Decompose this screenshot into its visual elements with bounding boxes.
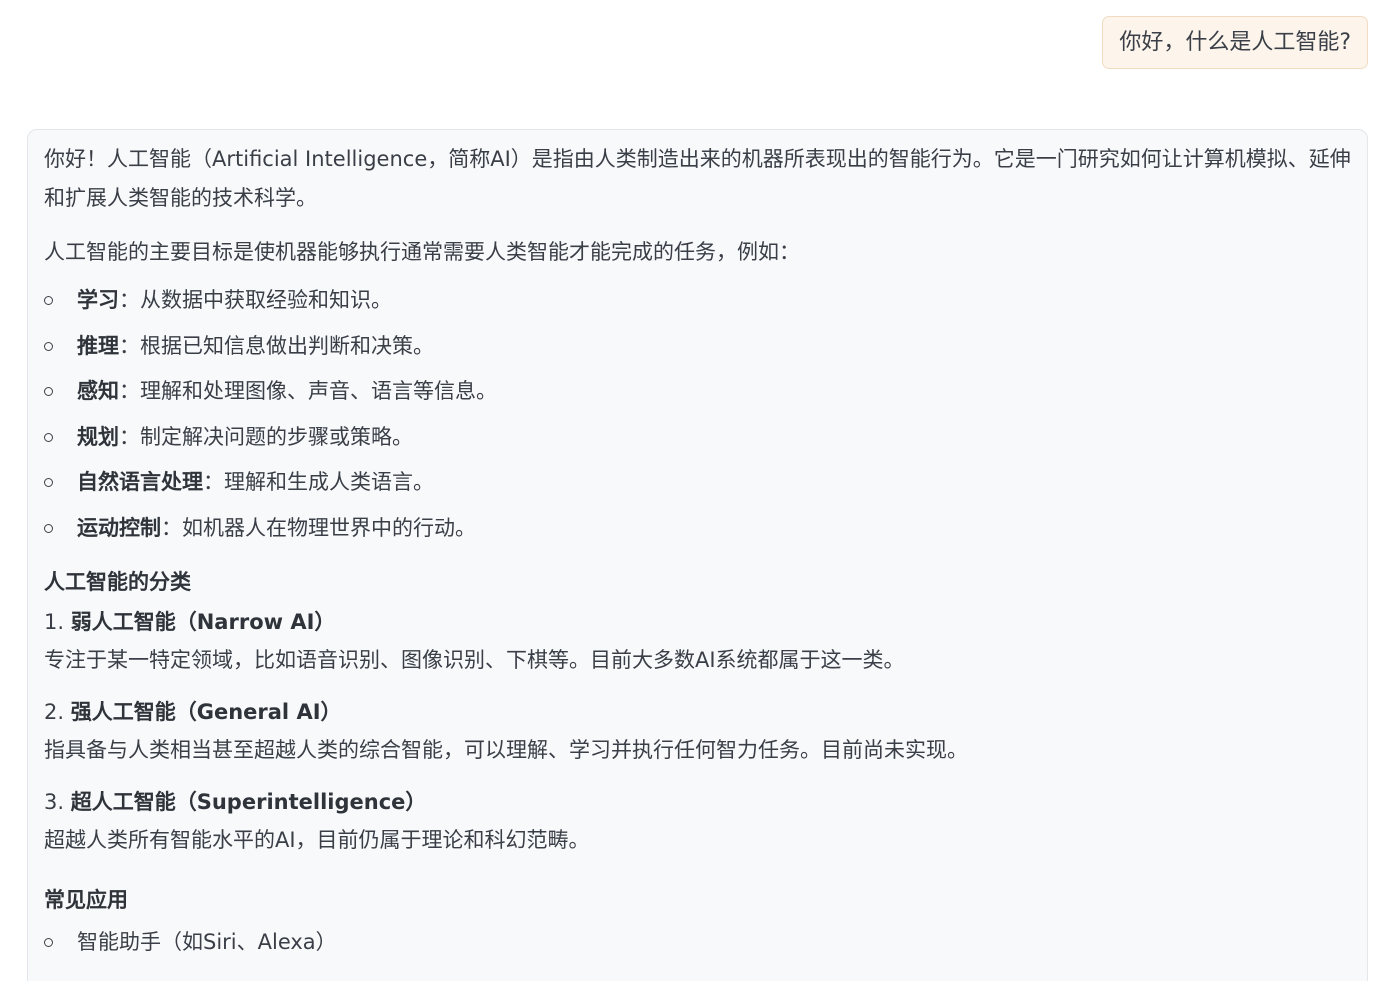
- category-desc: 指具备与人类相当甚至超越人类的综合智能，可以理解、学习并执行任何智力任务。目前尚…: [44, 737, 968, 762]
- goal-desc: ：根据已知信息做出判断和决策。: [119, 333, 434, 358]
- category-title: 强人工智能（General AI）: [70, 699, 342, 724]
- goal-desc: ：理解和处理图像、声音、语言等信息。: [119, 379, 497, 404]
- category-number: 2.: [44, 699, 65, 724]
- category-desc: 超越人类所有智能水平的AI，目前仍属于理论和科幻范畴。: [44, 827, 590, 852]
- user-message-bubble: 你好，什么是人工智能?: [1102, 16, 1368, 69]
- applications-list: 智能助手（如Siri、Alexa）: [44, 920, 1351, 966]
- list-item: 推理：根据已知信息做出判断和决策。: [44, 324, 1351, 370]
- goals-list: 学习：从数据中获取经验和知识。 推理：根据已知信息做出判断和决策。 感知：理解和…: [44, 278, 1351, 552]
- category-title: 超人工智能（Superintelligence）: [70, 789, 427, 814]
- bullet-icon: [44, 937, 53, 947]
- goal-desc: ：理解和生成人类语言。: [203, 470, 434, 495]
- category-number: 1.: [44, 609, 65, 634]
- goal-term: 学习: [77, 288, 119, 312]
- chat-view: 你好，什么是人工智能? 你好！人工智能（Artificial Intellige…: [0, 0, 1395, 981]
- goal-term: 感知: [77, 379, 119, 404]
- bullet-icon: [44, 387, 53, 397]
- list-item: 规划：制定解决问题的步骤或策略。: [44, 415, 1351, 461]
- bullet-icon: [44, 478, 53, 488]
- categories-heading: 人工智能的分类: [44, 569, 191, 594]
- application-label: 智能助手（如Siri、Alexa）: [77, 929, 337, 954]
- goal-term: 推理: [77, 333, 119, 358]
- list-item: 自然语言处理：理解和生成人类语言。: [44, 460, 1351, 506]
- goal-desc: ：如机器人在物理世界中的行动。: [161, 515, 476, 540]
- bullet-icon: [44, 296, 53, 305]
- goal-term: 规划: [77, 424, 119, 449]
- list-item: 学习：从数据中获取经验和知识。: [44, 278, 1351, 324]
- bullet-icon: [44, 341, 53, 351]
- list-item: 感知：理解和处理图像、声音、语言等信息。: [44, 369, 1351, 415]
- goals-lead-paragraph: 人工智能的主要目标是使机器能够执行通常需要人类智能才能完成的任务，例如：: [44, 240, 800, 264]
- assistant-message-card: 你好！人工智能（Artificial Intelligence，简称AI）是指由…: [27, 129, 1368, 981]
- list-item: 运动控制：如机器人在物理世界中的行动。: [44, 506, 1351, 552]
- goal-term: 自然语言处理: [77, 470, 203, 495]
- category-title: 弱人工智能（Narrow AI）: [70, 609, 336, 634]
- goal-term: 运动控制: [77, 515, 161, 540]
- category-item: 2. 强人工智能（General AI） 指具备与人类相当甚至超越人类的综合智能…: [44, 693, 1351, 768]
- applications-heading: 常见应用: [44, 887, 128, 912]
- bullet-icon: [44, 523, 53, 533]
- category-desc: 专注于某一特定领域，比如语音识别、图像识别、下棋等。目前大多数AI系统都属于这一…: [44, 647, 905, 672]
- category-item: 3. 超人工智能（Superintelligence） 超越人类所有智能水平的A…: [44, 783, 1351, 858]
- intro-paragraph: 你好！人工智能（Artificial Intelligence，简称AI）是指由…: [44, 147, 1351, 210]
- list-item: 智能助手（如Siri、Alexa）: [44, 920, 1351, 966]
- goal-desc: ：制定解决问题的步骤或策略。: [119, 424, 413, 449]
- category-item: 1. 弱人工智能（Narrow AI） 专注于某一特定领域，比如语音识别、图像识…: [44, 603, 1351, 678]
- bullet-icon: [44, 432, 53, 442]
- goal-desc: ：从数据中获取经验和知识。: [119, 288, 392, 312]
- category-number: 3.: [44, 789, 65, 814]
